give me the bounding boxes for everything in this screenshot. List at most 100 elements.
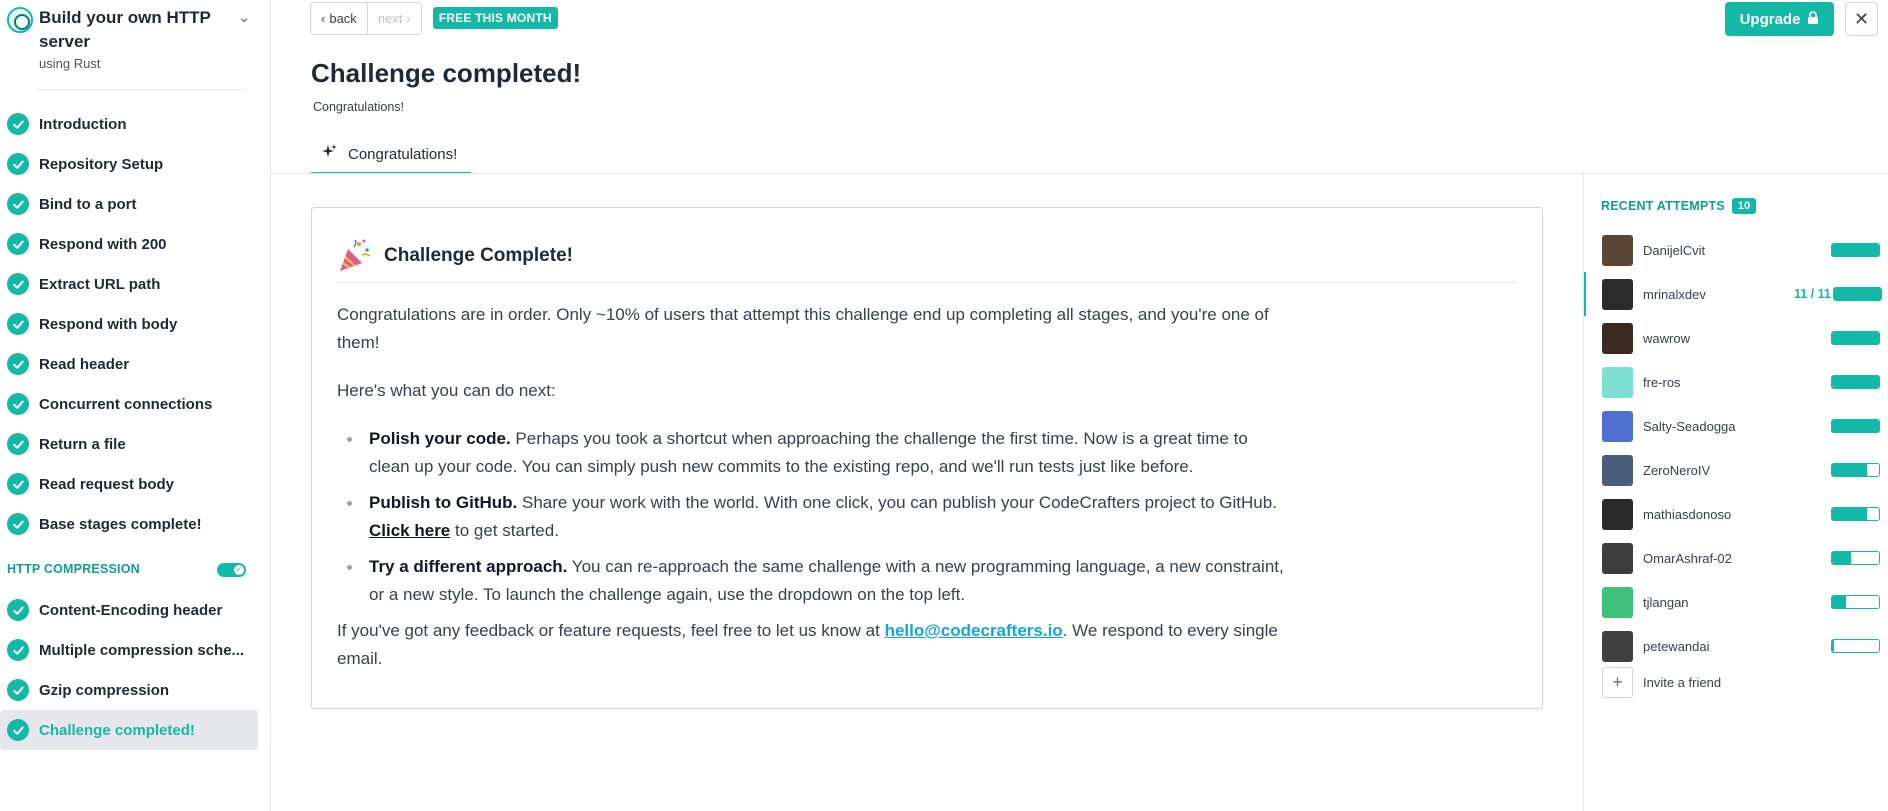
username: mathiasdonoso — [1643, 506, 1732, 522]
sidebar-stage-item[interactable]: Challenge completed! — [0, 710, 258, 750]
extension-header: HTTP COMPRESSION ✓ — [0, 554, 271, 584]
attempt-row[interactable]: wawrow — [1584, 316, 1888, 360]
avatar — [1602, 234, 1633, 266]
stage-label: Read header — [39, 355, 130, 373]
check-circle-icon — [7, 679, 29, 701]
publish-link[interactable]: Click here — [369, 521, 450, 540]
stage-label: Respond with 200 — [39, 235, 167, 253]
avatar — [1602, 278, 1633, 310]
progress-bar — [1831, 595, 1880, 609]
course-logo-icon — [7, 7, 33, 33]
check-circle-icon — [7, 599, 29, 621]
next-button[interactable]: next › — [366, 2, 421, 34]
card-body: Congratulations are in order. Only ~10% … — [337, 301, 1292, 693]
sidebar-stage-item[interactable]: Gzip compression — [0, 670, 258, 710]
recent-attempts-header: RECENT ATTEMPTS 10 — [1601, 198, 1757, 214]
avatar — [1602, 498, 1633, 530]
stage-label: Multiple compression sche... — [39, 641, 245, 659]
sidebar-stage-item[interactable]: Respond with 200 — [0, 224, 258, 264]
feedback-before: If you've got any feedback or feature re… — [337, 621, 885, 640]
attempt-row[interactable]: fre-ros — [1584, 360, 1888, 404]
stage-label: Concurrent connections — [39, 395, 213, 413]
attempt-row[interactable]: petewandai — [1584, 624, 1888, 668]
plus-icon: + — [1602, 667, 1633, 698]
progress-fill — [1832, 596, 1847, 608]
attempts-list: DanijelCvit mrinalxdev 11 / 11 wawrow fre-ro… — [1584, 228, 1888, 668]
stage-list: Introduction Repository Setup Bind to a po… — [0, 104, 271, 750]
sidebar-stage-item[interactable]: Content-Encoding header — [0, 590, 258, 630]
sparkles-icon — [321, 143, 338, 165]
attempt-row[interactable]: OmarAshraf-02 — [1584, 536, 1888, 580]
tab-label: Congratulations! — [348, 145, 458, 163]
avatar — [1602, 586, 1633, 618]
sidebar-stage-item[interactable]: Return a file — [0, 424, 258, 464]
username: DanijelCvit — [1643, 242, 1706, 258]
username: OmarAshraf-02 — [1643, 550, 1732, 566]
sidebar-stage-item[interactable]: Bind to a port — [0, 184, 258, 224]
chevron-right-icon: › — [406, 10, 411, 26]
close-button[interactable]: ✕ — [1845, 2, 1878, 36]
progress-bar — [1831, 419, 1880, 433]
chevron-down-icon[interactable]: ⌄ — [238, 8, 251, 26]
sidebar-stage-item[interactable]: Introduction — [0, 104, 258, 144]
topbar: ‹ back next › FREE THIS MONTH — [310, 1, 558, 35]
divider — [38, 89, 246, 90]
next-label: next — [377, 10, 403, 26]
username: Salty-Seadogga — [1643, 418, 1736, 434]
check-mark — [12, 160, 24, 169]
sidebar-stage-item[interactable]: Repository Setup — [0, 144, 258, 184]
progress-bar — [1831, 243, 1880, 257]
check-mark — [12, 480, 24, 489]
invite-friend-button[interactable]: + Invite a friend — [1602, 667, 1721, 698]
sidebar-stage-item[interactable]: Respond with body — [0, 304, 258, 344]
attempt-row[interactable]: DanijelCvit — [1584, 228, 1888, 272]
sidebar-stage-item[interactable]: Read request body — [0, 464, 258, 504]
check-circle-icon — [7, 639, 29, 661]
extension-toggle[interactable]: ✓ — [217, 563, 246, 577]
progress-bar — [1833, 287, 1882, 301]
progress-fill — [1832, 508, 1868, 520]
back-button[interactable]: ‹ back — [311, 2, 367, 34]
attempt-row[interactable]: Salty-Seadogga — [1584, 404, 1888, 448]
check-circle-icon — [7, 513, 29, 535]
check-circle-icon — [7, 113, 29, 135]
tab-congratulations[interactable]: Congratulations! — [311, 136, 471, 174]
check-mark — [12, 646, 24, 655]
check-mark — [12, 606, 24, 615]
attempt-row[interactable]: mrinalxdev 11 / 11 — [1584, 272, 1888, 316]
item-title: Polish your code. — [369, 429, 511, 448]
free-badge: FREE THIS MONTH — [432, 7, 558, 29]
check-icon: ✓ — [234, 565, 244, 575]
sidebar-stage-item[interactable]: Read header — [0, 344, 258, 384]
progress-fill — [1832, 420, 1879, 432]
sidebar-stage-item[interactable]: Concurrent connections — [0, 384, 258, 424]
username: petewandai — [1643, 638, 1710, 654]
email-link[interactable]: hello@codecrafters.io — [885, 621, 1063, 640]
username: wawrow — [1643, 330, 1690, 346]
progress-bar — [1831, 463, 1880, 477]
progress-bar — [1831, 507, 1880, 521]
recent-attempts-title: RECENT ATTEMPTS — [1601, 199, 1725, 213]
progress-fill — [1832, 244, 1879, 256]
upgrade-button[interactable]: Upgrade — [1725, 2, 1834, 36]
sidebar-stage-item[interactable]: Base stages complete! — [0, 504, 258, 544]
page-title: Challenge completed! — [311, 58, 582, 88]
progress-bar — [1831, 639, 1880, 653]
item-title: Try a different approach. — [369, 557, 568, 576]
attempt-row[interactable]: mathiasdonoso — [1584, 492, 1888, 536]
course-selector[interactable]: Build your own HTTP server using Rust ⌄ — [0, 0, 270, 90]
attempt-row[interactable]: tjlangan — [1584, 580, 1888, 624]
avatar — [1602, 322, 1633, 354]
attempt-row[interactable]: ZeroNeroIV — [1584, 448, 1888, 492]
sidebar-stage-item[interactable]: Multiple compression sche... — [0, 630, 258, 670]
progress-fill — [1832, 464, 1868, 476]
progress-bar — [1831, 375, 1880, 389]
check-circle-icon — [7, 153, 29, 175]
next-steps-list: Polish your code. Perhaps you took a sho… — [337, 425, 1292, 609]
lock-icon — [1807, 11, 1819, 27]
avatar — [1602, 366, 1633, 398]
sidebar-stage-item[interactable]: Extract URL path — [0, 264, 258, 304]
check-mark — [12, 360, 24, 369]
check-circle-icon — [7, 353, 29, 375]
stage-label: Bind to a port — [39, 195, 137, 213]
